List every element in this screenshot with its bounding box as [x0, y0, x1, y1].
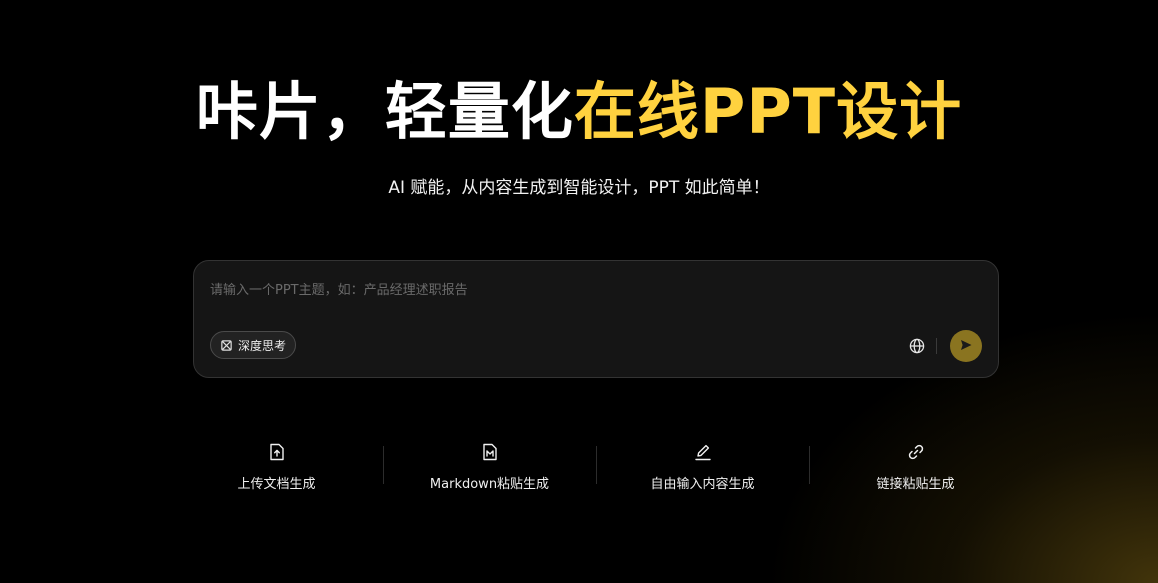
globe-icon [908, 338, 926, 359]
hero-title-main: 咔片，轻量化 [195, 75, 574, 148]
action-label: 链接粘贴生成 [876, 477, 955, 492]
action-label: 自由输入内容生成 [650, 477, 755, 492]
send-icon [959, 337, 973, 356]
web-search-button[interactable] [908, 337, 926, 355]
markdown-file-icon [480, 442, 500, 462]
action-divider [809, 446, 810, 484]
upload-file-icon [267, 442, 287, 462]
action-upload-document[interactable]: 上传文档生成 [170, 440, 383, 500]
deep-think-toggle[interactable]: 深度思考 [210, 331, 297, 359]
action-label: 上传文档生成 [237, 477, 316, 492]
action-divider [596, 446, 597, 484]
generation-options: 上传文档生成 Markdown粘贴生成 自由输入内容生成 链接粘贴生成 [170, 440, 1022, 500]
prompt-input[interactable] [210, 277, 980, 303]
action-markdown-paste[interactable]: Markdown粘贴生成 [383, 440, 596, 500]
hero-subtitle: AI 赋能，从内容生成到智能设计，PPT 如此简单！ [388, 178, 770, 198]
hero-title-highlight: 在线PPT设计 [573, 75, 963, 148]
action-label: Markdown粘贴生成 [429, 477, 550, 492]
action-link-paste[interactable]: 链接粘贴生成 [809, 440, 1022, 500]
toolbar-divider [936, 338, 937, 354]
deep-think-label: 深度思考 [238, 338, 287, 353]
action-free-input[interactable]: 自由输入内容生成 [596, 440, 809, 500]
prompt-box: 深度思考 [193, 260, 999, 378]
pen-icon [693, 442, 713, 462]
action-divider [383, 446, 384, 484]
link-icon [906, 442, 926, 462]
hero-title: 咔片，轻量化在线PPT设计 [0, 74, 1158, 150]
atom-icon [220, 339, 233, 352]
send-button[interactable] [950, 330, 982, 362]
